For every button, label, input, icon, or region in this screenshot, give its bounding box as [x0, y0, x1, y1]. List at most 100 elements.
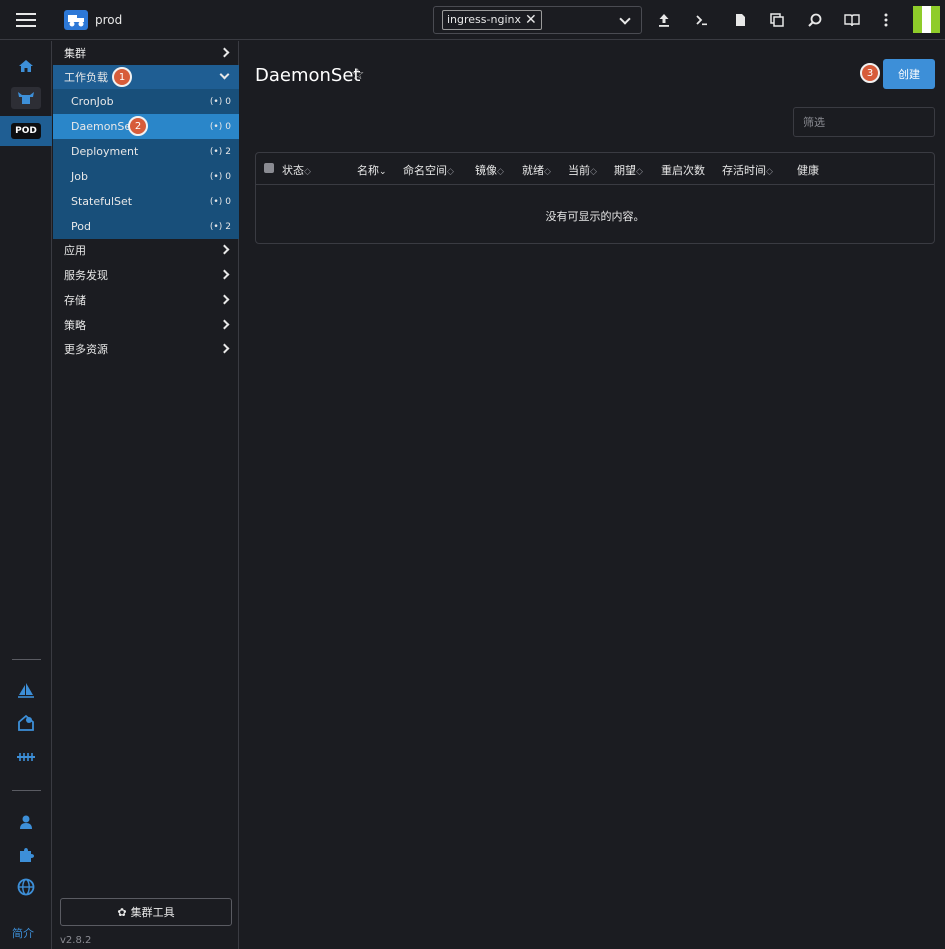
column-header-desired[interactable]: 期望◇: [614, 162, 643, 178]
namespaced-icon: (•): [209, 146, 223, 157]
column-header-health: 健康: [797, 162, 819, 178]
about-link[interactable]: 简介: [12, 925, 34, 941]
column-header-image[interactable]: 镜像◇: [475, 162, 504, 178]
nav-group-apps[interactable]: 应用: [53, 238, 239, 262]
main-content: DaemonSet ☆ 3 创建 状态◇ 名称⌄ 命名空间◇ 镜像◇ 就绪◇ 当…: [240, 41, 945, 949]
column-header-label: 就绪: [522, 164, 544, 177]
copy-icon[interactable]: [769, 12, 785, 28]
cluster-tools-label: 集群工具: [130, 906, 175, 919]
create-button[interactable]: 创建: [883, 59, 935, 89]
chevron-right-icon: [219, 294, 230, 305]
nav-item-deployment[interactable]: Deployment (•) 2: [53, 139, 239, 164]
nav-group-cluster[interactable]: 集群: [53, 41, 239, 65]
resource-count-value: 0: [225, 96, 231, 107]
user-avatar[interactable]: [913, 6, 940, 33]
column-header-label: 状态: [282, 164, 304, 177]
chevron-right-icon: [219, 319, 230, 330]
chevron-down-icon[interactable]: [619, 13, 631, 25]
chevron-down-icon: [219, 69, 230, 80]
upload-icon[interactable]: [656, 12, 672, 28]
fleet-icon[interactable]: [0, 710, 52, 736]
terminal-icon[interactable]: [694, 12, 710, 28]
column-header-namespace[interactable]: 命名空间◇: [403, 162, 454, 178]
sort-icon: ◇: [766, 167, 773, 177]
menu-icon[interactable]: [16, 13, 36, 27]
nav-item-label: CronJob: [71, 95, 114, 108]
globe-icon[interactable]: [0, 874, 52, 900]
nav-group-workloads[interactable]: 工作负载 1: [53, 65, 239, 89]
sort-icon: ◇: [447, 167, 454, 177]
column-header-label: 镜像: [475, 164, 497, 177]
resource-count: (•) 2: [210, 147, 231, 157]
column-header-ready[interactable]: 就绪◇: [522, 162, 551, 178]
sailboat-icon[interactable]: [0, 678, 52, 704]
cluster-logo-icon: [64, 10, 88, 30]
resource-count-value: 2: [225, 221, 231, 232]
column-header-label: 存活时间: [722, 164, 766, 177]
select-all-checkbox[interactable]: [264, 163, 274, 173]
nav-item-job[interactable]: Job (•) 0: [53, 164, 239, 189]
column-header-label: 命名空间: [403, 164, 447, 177]
nav-item-pod[interactable]: Pod (•) 2: [53, 214, 239, 239]
table-header: 状态◇ 名称⌄ 命名空间◇ 镜像◇ 就绪◇ 当前◇ 期望◇ 重启次数 存活时间◇…: [256, 153, 934, 185]
star-favorite-icon[interactable]: ☆: [351, 65, 364, 83]
nav-group-label: 更多资源: [64, 343, 108, 356]
pod-badge: POD: [11, 123, 41, 139]
nav-item-daemonset[interactable]: DaemonSet 2 (•) 0: [53, 114, 239, 139]
more-vertical-icon[interactable]: [878, 12, 894, 28]
sort-icon: ◇: [544, 167, 551, 177]
nav-item-label: Pod: [71, 220, 91, 233]
sort-icon: ◇: [636, 167, 643, 177]
filter-input[interactable]: [793, 107, 935, 137]
column-header-label: 名称: [357, 164, 379, 177]
sort-icon: ◇: [497, 167, 504, 177]
side-navigation: 集群 工作负载 1 CronJob (•) 0 DaemonSet 2 (•) 0 …: [53, 41, 239, 949]
rail-divider: [12, 659, 41, 660]
sort-descending-icon: ⌄: [379, 167, 387, 177]
column-header-status[interactable]: 状态◇: [282, 162, 311, 178]
home-icon[interactable]: [0, 53, 52, 79]
column-header-label: 重启次数: [661, 164, 705, 177]
cluster-tools-button[interactable]: ✿ 集群工具: [60, 898, 232, 926]
chevron-right-icon: [219, 47, 230, 58]
file-icon[interactable]: [732, 12, 748, 28]
resource-count: (•) 0: [210, 122, 231, 132]
resource-count: (•) 0: [210, 97, 231, 107]
column-header-name[interactable]: 名称⌄: [357, 162, 387, 178]
network-icon[interactable]: [0, 744, 52, 770]
close-icon[interactable]: ✕: [525, 11, 537, 29]
column-header-label: 期望: [614, 164, 636, 177]
nav-group-label: 策略: [64, 319, 86, 332]
nav-group-label: 集群: [64, 47, 86, 60]
cluster-pod-item[interactable]: POD: [0, 116, 52, 146]
column-header-current[interactable]: 当前◇: [568, 162, 597, 178]
book-icon[interactable]: [844, 12, 860, 28]
nav-group-more-resources[interactable]: 更多资源: [53, 337, 239, 361]
nav-group-storage[interactable]: 存储: [53, 288, 239, 312]
user-icon[interactable]: [0, 809, 52, 835]
cluster-manager-icon[interactable]: [0, 85, 52, 111]
nav-group-policy[interactable]: 策略: [53, 313, 239, 337]
annotation-badge-1: 1: [112, 67, 132, 87]
namespaced-icon: (•): [209, 121, 223, 132]
chevron-right-icon: [219, 269, 230, 280]
column-header-restarts[interactable]: 重启次数: [661, 162, 705, 178]
search-icon[interactable]: [807, 12, 823, 28]
sort-icon: ◇: [304, 167, 311, 177]
top-header: prod ingress-nginx ✕: [0, 0, 945, 40]
nav-item-label: DaemonSet: [71, 120, 136, 133]
nav-group-service-discovery[interactable]: 服务发现: [53, 263, 239, 287]
namespaced-icon: (•): [209, 96, 223, 107]
resource-count-value: 0: [225, 196, 231, 207]
column-header-label: 当前: [568, 164, 590, 177]
nav-group-label: 工作负载: [64, 71, 108, 84]
resource-count-value: 2: [225, 146, 231, 157]
namespace-filter-select[interactable]: ingress-nginx ✕: [433, 6, 642, 34]
column-header-age[interactable]: 存活时间◇: [722, 162, 773, 178]
nav-item-label: Deployment: [71, 145, 139, 158]
extensions-puzzle-icon[interactable]: [0, 842, 52, 868]
nav-item-statefulset[interactable]: StatefulSet (•) 0: [53, 189, 239, 214]
nav-item-cronjob[interactable]: CronJob (•) 0: [53, 89, 239, 114]
annotation-badge-2: 2: [128, 116, 148, 136]
nav-group-label: 应用: [64, 244, 86, 257]
